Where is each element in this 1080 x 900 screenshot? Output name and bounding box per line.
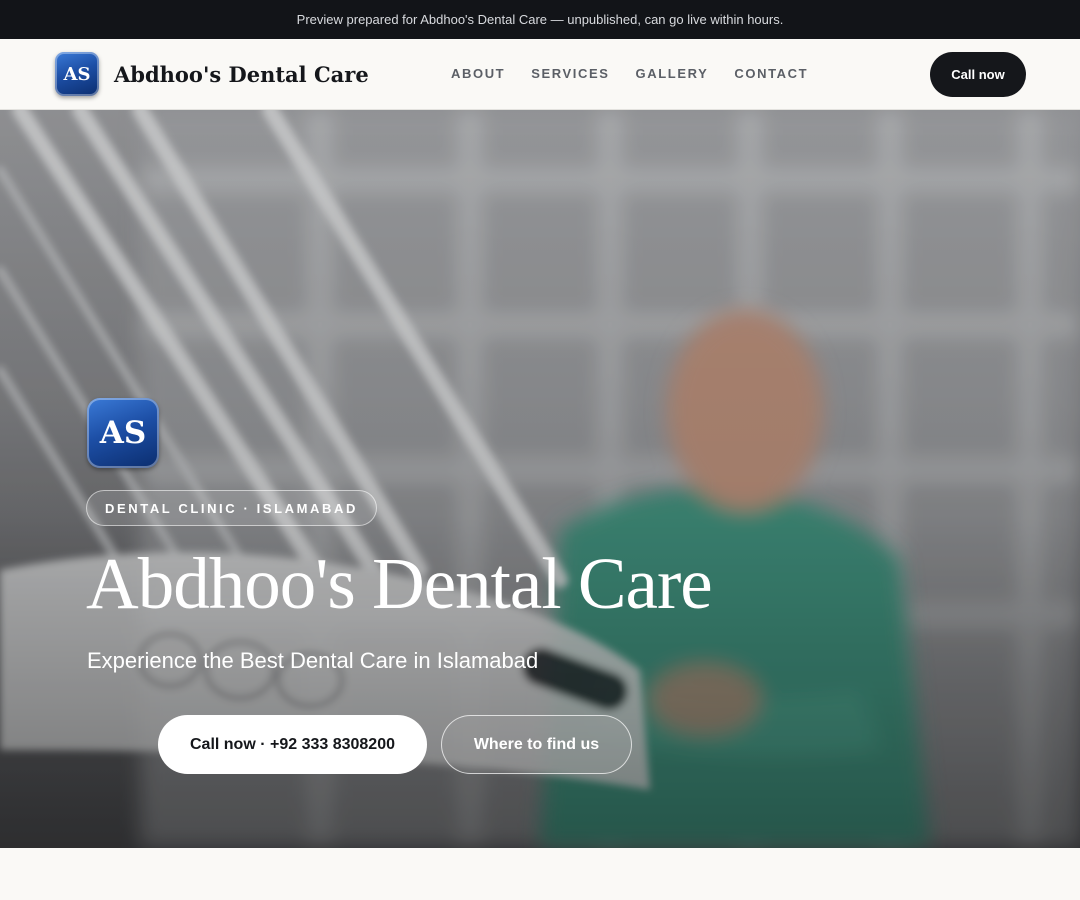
hero-section: AS DENTAL CLINIC · ISLAMABAD Abdhoo's De… — [0, 110, 1080, 848]
nav-contact[interactable]: CONTACT — [734, 66, 808, 81]
call-now-button[interactable]: Call now · +92 333 8308200 — [158, 715, 427, 774]
hero-subtitle: Experience the Best Dental Care in Islam… — [87, 648, 539, 673]
hero-logo-text: AS — [99, 415, 147, 451]
preview-banner: Preview prepared for Abdhoo's Dental Car… — [0, 0, 1080, 39]
hero-logo: AS — [87, 398, 159, 468]
hero-title: Abdhoo's Dental Care — [86, 543, 713, 624]
header-call-button[interactable]: Call now — [930, 52, 1026, 97]
logo-text: AS — [63, 63, 91, 85]
site-header: AS Abdhoo's Dental Care ABOUT SERVICES G… — [0, 39, 1080, 110]
nav-gallery[interactable]: GALLERY — [636, 66, 709, 81]
logo[interactable]: AS — [55, 52, 99, 96]
main-nav: ABOUT SERVICES GALLERY CONTACT — [451, 66, 808, 81]
hero-tag-badge: DENTAL CLINIC · ISLAMABAD — [86, 490, 378, 526]
find-us-button[interactable]: Where to find us — [441, 715, 632, 774]
preview-banner-text: Preview prepared for Abdhoo's Dental Car… — [296, 12, 784, 27]
nav-about[interactable]: ABOUT — [451, 66, 505, 81]
brand-name[interactable]: Abdhoo's Dental Care — [114, 62, 369, 87]
brand[interactable]: AS Abdhoo's Dental Care — [55, 52, 369, 96]
nav-services[interactable]: SERVICES — [531, 66, 609, 81]
